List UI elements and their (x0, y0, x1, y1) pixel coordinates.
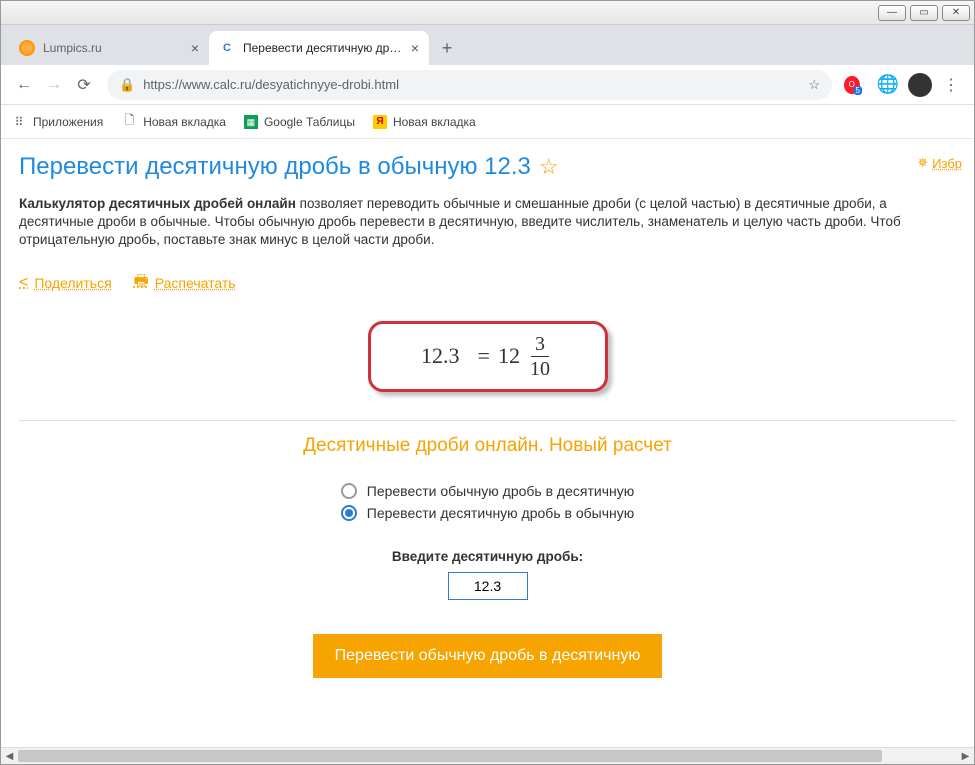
page-content: ✵ Избр Перевести десятичную дробь в обыч… (1, 139, 974, 764)
bookmark-label: Новая вкладка (393, 115, 476, 129)
equals-sign: = (478, 343, 490, 369)
back-button[interactable]: ← (9, 70, 39, 100)
decimal-input[interactable] (448, 572, 528, 600)
share-link[interactable]: < Поделиться (19, 274, 112, 292)
opera-ext-icon[interactable]: O5 (844, 73, 868, 97)
bookmark-item[interactable]: Я Новая вкладка (373, 115, 476, 129)
favorites-label: Избр (932, 156, 962, 171)
whole-part: 12 (498, 343, 520, 369)
print-label: Распечатать (155, 275, 236, 291)
horizontal-scrollbar[interactable]: ◀ ▶ (1, 747, 974, 764)
result-box: 12.3 = 12 3 10 (368, 321, 608, 392)
radio-option-1[interactable]: Перевести обычную дробь в десятичную (341, 483, 634, 499)
reload-button[interactable]: ⟳ (69, 70, 99, 100)
input-label: Введите десятичную дробь: (19, 549, 956, 564)
scroll-track[interactable] (18, 748, 957, 764)
forward-button[interactable]: → (39, 70, 69, 100)
toolbar: ← → ⟳ 🔒 https://www.calc.ru/desyatichnyy… (1, 65, 974, 105)
tab-label: Lumpics.ru (43, 41, 183, 55)
print-icon: 🖶 (134, 270, 149, 297)
window-titlebar: — ▭ ✕ (1, 1, 974, 25)
apps-grid-icon: ⠿ (11, 114, 27, 130)
maximize-button[interactable]: ▭ (910, 5, 938, 21)
title-text: Перевести десятичную дробь в обычную 12.… (19, 153, 531, 181)
minimize-button[interactable]: — (878, 5, 906, 21)
menu-icon[interactable]: ⋮ (936, 70, 966, 100)
browser-tabstrip: Lumpics.ru × C Перевести десятичную дроб… (1, 25, 974, 65)
address-bar[interactable]: 🔒 https://www.calc.ru/desyatichnyye-drob… (107, 70, 832, 100)
description: Калькулятор десятичных дробей онлайн поз… (19, 195, 956, 250)
decimal-value: 12.3 (421, 343, 460, 369)
bookmark-label: Приложения (33, 115, 103, 129)
yandex-icon: Я (373, 115, 387, 129)
scroll-thumb[interactable] (18, 750, 882, 762)
share-label: Поделиться (34, 275, 111, 291)
close-window-button[interactable]: ✕ (942, 5, 970, 21)
lock-icon: 🔒 (119, 77, 135, 93)
scroll-right-icon[interactable]: ▶ (957, 748, 974, 765)
favorites-link[interactable]: ✵ Избр (917, 155, 962, 171)
profile-avatar[interactable] (908, 73, 932, 97)
scroll-left-icon[interactable]: ◀ (1, 748, 18, 765)
bookmarks-bar: ⠿ Приложения 🗋 Новая вкладка ▦ Google Табли… (1, 105, 974, 139)
star-burst-icon: ✵ (917, 155, 928, 171)
radio-option-2[interactable]: Перевести десятичную дробь в обычную (341, 505, 634, 521)
equation: 12.3 = 12 3 10 (421, 334, 554, 379)
star-outline-icon[interactable]: ☆ (539, 154, 559, 180)
bookmark-item[interactable]: ▦ Google Таблицы (244, 115, 355, 129)
orange-slice-icon (19, 40, 35, 56)
globe-ext-icon[interactable]: 🌐 (876, 73, 900, 97)
bookmark-star-icon[interactable]: ☆ (808, 77, 820, 93)
page-title: Перевести десятичную дробь в обычную 12.… (19, 153, 956, 181)
bookmark-label: Новая вкладка (143, 115, 226, 129)
url-text: https://www.calc.ru/desyatichnyye-drobi.… (143, 77, 399, 92)
apps-shortcut[interactable]: ⠿ Приложения (11, 114, 103, 130)
convert-button[interactable]: Перевести обычную дробь в десятичную (313, 634, 663, 678)
radio-icon (341, 483, 357, 499)
close-tab-icon[interactable]: × (411, 40, 419, 56)
bookmark-label: Google Таблицы (264, 115, 355, 129)
share-icon: < (19, 274, 28, 292)
action-links: < Поделиться 🖶 Распечатать (19, 270, 956, 297)
print-link[interactable]: 🖶 Распечатать (134, 270, 236, 297)
denominator: 10 (526, 357, 554, 379)
fraction: 3 10 (526, 334, 554, 379)
sheets-icon: ▦ (244, 115, 258, 129)
divider (19, 420, 956, 421)
calc-icon: C (219, 40, 235, 56)
radio-label: Перевести обычную дробь в десятичную (367, 483, 634, 499)
bookmark-item[interactable]: 🗋 Новая вкладка (121, 114, 226, 130)
numerator: 3 (531, 334, 549, 357)
browser-tab-0[interactable]: Lumpics.ru × (9, 31, 209, 65)
browser-tab-1[interactable]: C Перевести десятичную дробь в × (209, 31, 429, 65)
page-icon: 🗋 (121, 114, 137, 130)
new-tab-button[interactable]: + (433, 34, 461, 62)
radio-icon-selected (341, 505, 357, 521)
radio-label: Перевести десятичную дробь в обычную (367, 505, 634, 521)
close-tab-icon[interactable]: × (191, 40, 199, 56)
calc-section: Десятичные дроби онлайн. Новый расчет Пе… (19, 435, 956, 678)
section-title: Десятичные дроби онлайн. Новый расчет (19, 435, 956, 457)
radio-group: Перевести обычную дробь в десятичную Пер… (341, 477, 634, 527)
tab-label: Перевести десятичную дробь в (243, 41, 403, 55)
